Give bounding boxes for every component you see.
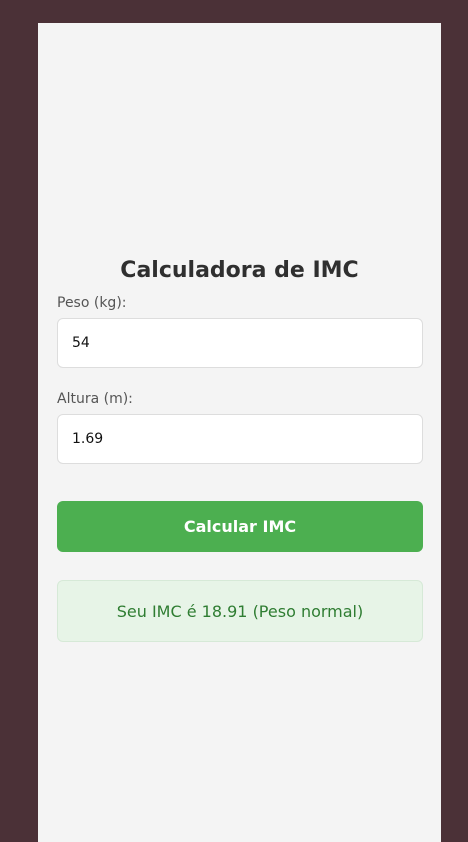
- weight-input[interactable]: [57, 318, 423, 368]
- result-box: Seu IMC é 18.91 (Peso normal): [57, 580, 423, 642]
- height-input[interactable]: [57, 414, 423, 464]
- weight-label: Peso (kg):: [57, 295, 127, 311]
- page-title: Calculadora de IMC: [120, 258, 359, 283]
- result-text: Seu IMC é 18.91 (Peso normal): [116, 601, 364, 621]
- height-label: Altura (m):: [57, 391, 133, 407]
- bmi-calculator-card: Calculadora de IMC Peso (kg): Altura (m)…: [38, 23, 441, 842]
- calculate-button[interactable]: Calcular IMC: [57, 501, 423, 552]
